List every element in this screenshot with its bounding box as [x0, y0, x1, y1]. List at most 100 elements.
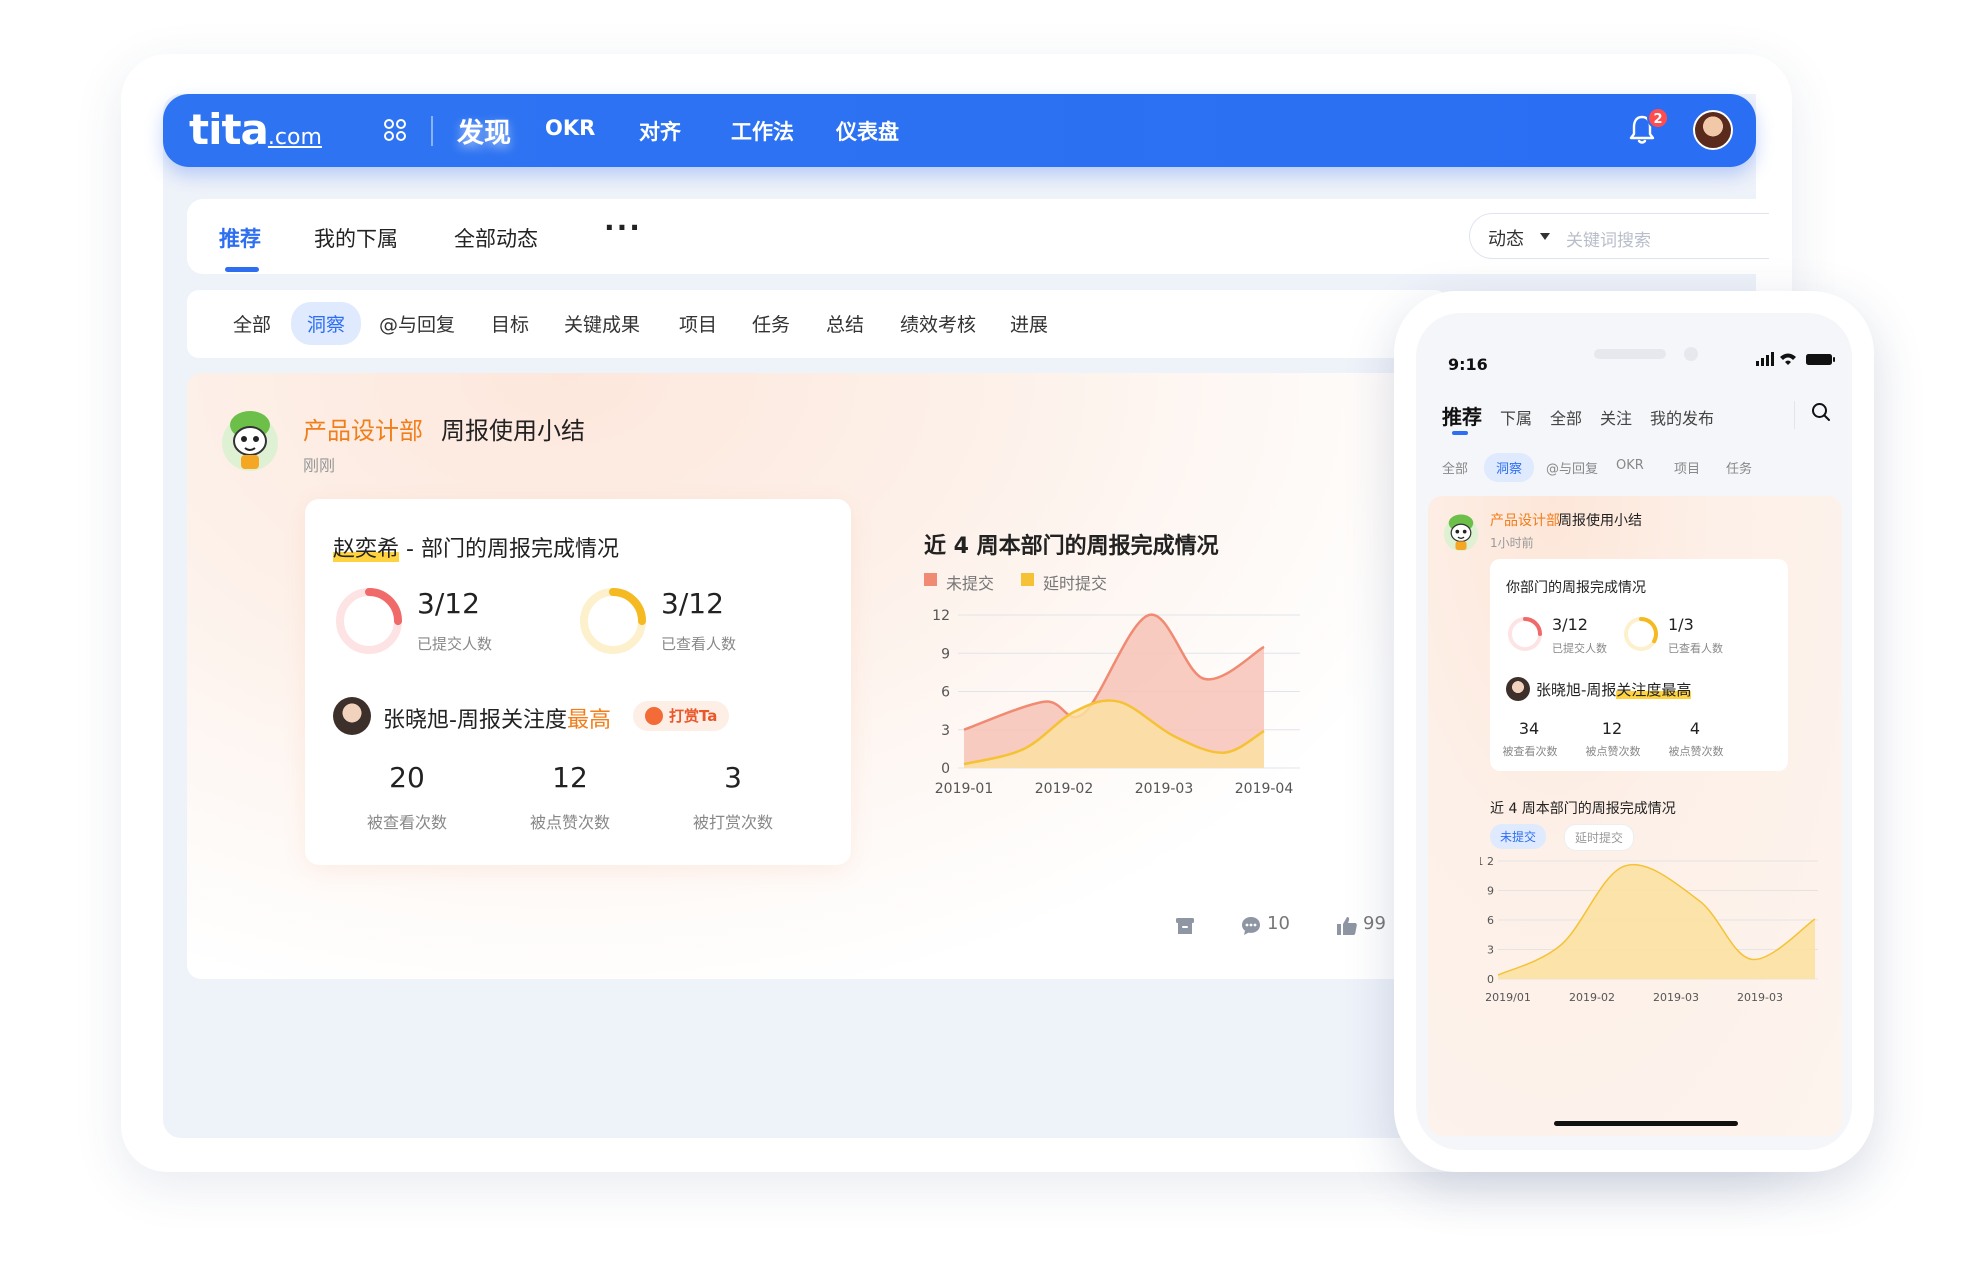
search-icon[interactable] — [1810, 401, 1832, 423]
phone-like-count: 12 — [1601, 719, 1623, 738]
reward-button[interactable]: 打赏Ta — [633, 701, 730, 731]
filter-key-results[interactable]: 关键成果 — [564, 310, 640, 337]
y-tick-label: 12 — [932, 608, 950, 624]
top-navigation-bar: tita.com 发现 OKR 对齐 工作法 仪表盘 2 — [163, 94, 1756, 167]
tita-mascot-avatar — [222, 411, 278, 471]
filter-progress[interactable]: 进展 — [1010, 310, 1048, 337]
phone-filter-projects[interactable]: 项目 — [1674, 458, 1700, 477]
y-tick-label: 3 — [941, 723, 950, 739]
top-attention-user: 张晓旭-周报关注度最高 — [383, 708, 611, 733]
status-icons — [1756, 352, 1835, 366]
home-indicator[interactable] — [1554, 1121, 1738, 1126]
nav-work-method[interactable]: 工作法 — [731, 116, 794, 146]
user-avatar[interactable] — [1693, 110, 1733, 150]
phone-tab-recommended[interactable]: 推荐 — [1442, 401, 1482, 430]
search-type-select[interactable]: 动态 — [1488, 225, 1524, 251]
phone-like-count-label: 被点赞次数 — [1585, 745, 1641, 758]
filter-performance[interactable]: 绩效考核 — [900, 310, 976, 337]
phone-tab-subordinates[interactable]: 下属 — [1500, 405, 1532, 429]
nav-align[interactable]: 对齐 — [639, 116, 681, 146]
x-tick-label: 2019-03 — [1135, 781, 1194, 793]
x-tick-label: 2019-01 — [935, 781, 994, 793]
weekly-report-stats-card: 赵奕希 - 部门的周报完成情况 3/12 已提交人数 3/12 已查看人数 张晓… — [305, 499, 851, 865]
phone-view-count-label: 被查看次数 — [1502, 745, 1558, 758]
viewed-label: 已查看人数 — [661, 635, 737, 653]
legend-not-submitted[interactable]: 未提交 — [924, 570, 994, 594]
phone-legend-late-submitted[interactable]: 延时提交 — [1564, 824, 1635, 851]
post-timestamp: 刚刚 — [303, 456, 336, 475]
phone-filter-okr[interactable]: OKR — [1616, 458, 1644, 473]
phone-tab-my-posts[interactable]: 我的发布 — [1650, 405, 1714, 429]
phone-filter-mentions[interactable]: @与回复 — [1546, 458, 1598, 477]
submitted-ring-chart — [336, 588, 402, 654]
phone-post-title: 周报使用小结 — [1558, 513, 1642, 529]
mobile-screen: 9:16 推荐 下属 全部 关注 我的发布 全部 洞察 @与回复 OKR 项目 … — [1416, 313, 1852, 1150]
y-tick-label: 6 — [1487, 914, 1494, 927]
phone-submitted-value: 3/12 — [1552, 615, 1588, 634]
filter-summaries[interactable]: 总结 — [826, 310, 864, 337]
y-tick-label: 9 — [941, 646, 950, 662]
phone-viewed-label: 已查看人数 — [1668, 642, 1723, 655]
comment-icon[interactable] — [1239, 914, 1263, 938]
viewed-ring-chart — [580, 588, 646, 654]
phone-top-user-avatar[interactable] — [1506, 677, 1530, 701]
top-user-avatar[interactable] — [333, 697, 371, 735]
x-tick-label: 2019-03 — [1737, 991, 1783, 1004]
phone-active-tab-indicator — [1452, 431, 1468, 435]
phone-filter-insight[interactable]: 洞察 — [1484, 453, 1535, 482]
phone-reward-count-label: 被点赞次数 — [1668, 745, 1724, 758]
phone-weekly-area-chart: 03691 22019/012019-022019-032019-03 — [1480, 855, 1818, 1004]
like-count: 12 — [552, 761, 588, 794]
like-count-action[interactable]: 99 — [1363, 913, 1391, 934]
thumbs-up-icon[interactable] — [1335, 914, 1359, 938]
caret-down-icon[interactable] — [1540, 233, 1550, 240]
phone-viewed-value: 1/3 — [1668, 615, 1694, 634]
nav-discover[interactable]: 发现 — [457, 111, 511, 150]
post-title: 周报使用小结 — [441, 417, 585, 445]
reward-icon — [645, 707, 663, 725]
nav-okr[interactable]: OKR — [545, 116, 595, 140]
filter-projects[interactable]: 项目 — [679, 310, 717, 337]
archive-icon[interactable] — [1173, 914, 1197, 938]
y-tick-label: 0 — [1487, 973, 1494, 986]
phone-post-card: 产品设计部 周报使用小结 1小时前 你部门的周报完成情况 3/12 已提交人数 — [1428, 496, 1842, 1136]
more-tabs-button[interactable]: ··· — [604, 211, 642, 244]
nav-dashboard[interactable]: 仪表盘 — [836, 116, 899, 146]
phone-tab-follow[interactable]: 关注 — [1600, 405, 1632, 429]
phone-viewed-ring — [1624, 617, 1658, 651]
comment-count[interactable]: 10 — [1267, 913, 1290, 934]
phone-stats-card: 你部门的周报完成情况 3/12 已提交人数 1/3 已查看人数 张晓旭-周报关注… — [1490, 559, 1788, 771]
y-tick-label: 1 2 — [1480, 855, 1494, 868]
filter-insight[interactable]: 洞察 — [291, 302, 362, 345]
phone-filter-all[interactable]: 全部 — [1442, 458, 1468, 477]
tab-recommended[interactable]: 推荐 — [219, 223, 261, 253]
phone-clock: 9:16 — [1448, 355, 1488, 374]
like-count-label: 被点赞次数 — [529, 813, 610, 832]
filter-bar: 全部 洞察 @与回复 目标 关键成果 项目 任务 总结 绩效考核 进展 — [187, 290, 1447, 358]
search-box[interactable]: 动态 关键词搜索 — [1469, 213, 1769, 259]
phone-post-department[interactable]: 产品设计部 — [1490, 510, 1560, 530]
apps-grid-icon[interactable] — [383, 118, 407, 142]
filter-objectives[interactable]: 目标 — [491, 310, 529, 337]
post-department[interactable]: 产品设计部 — [303, 411, 423, 446]
tab-all-activity[interactable]: 全部动态 — [454, 223, 538, 253]
search-input[interactable]: 关键词搜索 — [1566, 226, 1651, 251]
tita-logo[interactable]: tita.com — [189, 105, 322, 154]
reward-count-label: 被打赏次数 — [692, 813, 773, 832]
phone-view-count: 34 — [1518, 719, 1540, 738]
x-tick-label: 2019-03 — [1653, 991, 1699, 1004]
phone-reward-count: 4 — [1689, 719, 1701, 738]
tab-my-subordinates[interactable]: 我的下属 — [314, 223, 398, 253]
phone-legend-not-submitted[interactable]: 未提交 — [1490, 824, 1547, 849]
filter-mentions[interactable]: @与回复 — [379, 310, 455, 337]
view-count: 20 — [389, 761, 425, 794]
phone-tab-all[interactable]: 全部 — [1550, 405, 1582, 429]
filter-all[interactable]: 全部 — [233, 310, 271, 337]
y-tick-label: 3 — [1487, 944, 1494, 957]
legend-late-submitted[interactable]: 延时提交 — [1021, 570, 1107, 594]
filter-tasks[interactable]: 任务 — [752, 310, 790, 337]
stats-title: 赵奕希 - 部门的周报完成情况 — [333, 537, 619, 562]
x-tick-label: 2019-02 — [1569, 991, 1615, 1004]
phone-filter-tasks[interactable]: 任务 — [1726, 458, 1752, 477]
weekly-completion-area-chart: 0 3 6 9 12 2019-01 2019-02 2019-03 2019-04 — [932, 608, 1300, 793]
